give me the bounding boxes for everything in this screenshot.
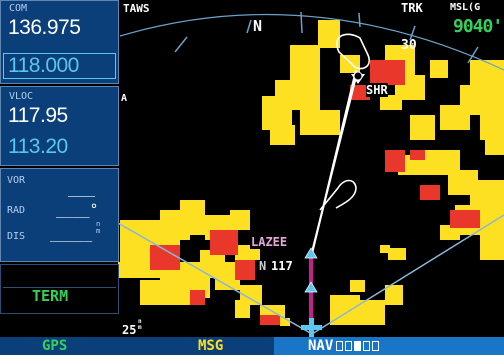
map-range-value: 25 xyxy=(122,323,137,337)
com-active-frequency[interactable]: 136.975 xyxy=(8,16,81,40)
terrain-block-yellow xyxy=(380,245,390,253)
page-box-3 xyxy=(354,341,361,351)
terrain-block-red xyxy=(210,230,238,255)
map-range[interactable]: 25 n m xyxy=(120,319,142,337)
waypoint-label-shr[interactable]: SHR xyxy=(366,83,388,97)
terrain-block-red xyxy=(190,290,205,305)
terrain-block-yellow xyxy=(480,235,504,260)
compass-tick-30: 30 xyxy=(401,38,417,53)
terrain-block-yellow xyxy=(350,280,365,292)
map-range-unit: n m xyxy=(138,318,142,331)
terrain-block-yellow xyxy=(430,60,448,78)
terrain-block-yellow xyxy=(262,96,292,130)
terrain-block-yellow xyxy=(485,140,504,155)
vloc-label: VLOC xyxy=(9,91,34,102)
terrain-block-red xyxy=(260,315,280,325)
heading-north: N xyxy=(253,17,263,35)
terrain-block-yellow xyxy=(230,210,250,230)
terrain-block-yellow xyxy=(385,285,403,305)
page-box-5 xyxy=(372,341,379,351)
alt-label: 117 xyxy=(271,259,293,273)
page-box-4 xyxy=(363,341,370,351)
trk-label: TRK xyxy=(401,1,423,15)
terrain-block-yellow xyxy=(360,300,385,325)
page-indicator xyxy=(336,341,379,352)
vor-value: ___ xyxy=(68,179,96,197)
msg-tab[interactable]: MSG xyxy=(198,337,223,355)
dis-label: DIS xyxy=(7,231,26,242)
terrain-block-yellow xyxy=(140,280,165,305)
waypoint-label-lazee[interactable]: LAZEE xyxy=(250,235,289,249)
terrain-block-red xyxy=(450,210,480,228)
terrain-block-yellow xyxy=(180,200,205,235)
rad-value: ____° xyxy=(56,202,99,218)
terrain-block-red xyxy=(150,245,180,270)
terrain-block-red xyxy=(370,60,405,85)
terrain-block-yellow xyxy=(440,105,470,130)
com-standby-frequency[interactable]: 118.000 xyxy=(8,54,79,78)
gps-tab[interactable]: GPS xyxy=(42,337,67,355)
page-box-2 xyxy=(345,341,352,351)
term-panel: TERM xyxy=(0,264,119,314)
terrain-block-yellow xyxy=(300,110,340,135)
rad-label: RAD xyxy=(7,205,26,216)
terrain-block-yellow xyxy=(235,300,250,318)
dis-unit: n m xyxy=(96,220,101,235)
terrain-block-yellow xyxy=(270,125,295,145)
terrain-block-yellow xyxy=(410,115,435,140)
map-left-a: A xyxy=(121,93,128,104)
vloc-panel[interactable]: VLOC 117.95 113.20 xyxy=(0,86,119,166)
dis-value: _____ xyxy=(50,226,93,242)
taws-label: TAWS xyxy=(123,2,150,15)
nav-tab[interactable]: NAV xyxy=(308,337,333,355)
terrain-block-yellow xyxy=(380,95,402,110)
vor-label: VOR xyxy=(7,175,26,186)
terrain-block-yellow xyxy=(290,45,320,80)
terrain-block-red xyxy=(385,150,405,172)
terrain-block-red xyxy=(235,260,255,280)
com-panel[interactable]: COM 136.975 118.000 xyxy=(0,0,119,84)
terrain-block-yellow xyxy=(480,115,504,140)
term-label: TERM xyxy=(32,287,69,305)
alt-label-prefix: N xyxy=(259,259,267,273)
terrain-block-red xyxy=(420,185,440,200)
vloc-standby-frequency[interactable]: 113.20 xyxy=(8,135,68,159)
terrain-block-red xyxy=(410,150,425,160)
msl-label: MSL(G xyxy=(450,2,481,13)
page-box-1 xyxy=(336,341,343,351)
altitude-readout: 9040' xyxy=(453,16,503,37)
vor-panel: VOR ___ RAD ____° DIS _____ n m xyxy=(0,168,119,262)
terrain-block-yellow xyxy=(470,60,504,88)
terrain-block-yellow xyxy=(118,262,248,278)
terrain-block-yellow xyxy=(340,55,360,73)
vloc-active-frequency[interactable]: 117.95 xyxy=(8,104,68,128)
com-label: COM xyxy=(9,3,28,14)
term-divider xyxy=(3,265,116,288)
terrain-block-yellow xyxy=(388,248,406,260)
